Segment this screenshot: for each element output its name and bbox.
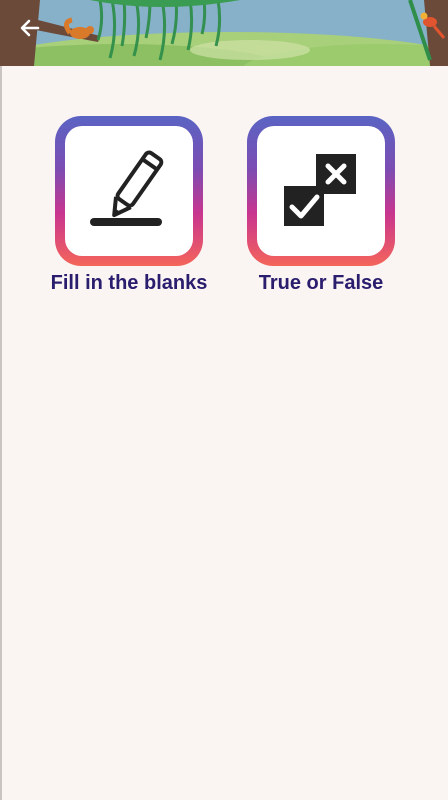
true-or-false-tile[interactable] [247, 116, 395, 266]
pencil-underline-icon [90, 150, 164, 226]
fill-in-the-blanks-tile-inner [65, 126, 193, 256]
arrow-left-icon [20, 19, 40, 37]
fill-in-the-blanks-tile[interactable] [55, 116, 203, 266]
true-or-false-label[interactable]: True or False [221, 272, 421, 295]
left-edge-divider [0, 66, 2, 800]
fill-in-the-blanks-label[interactable]: Fill in the blanks [29, 272, 229, 295]
back-button[interactable] [18, 16, 52, 48]
jungle-illustration [0, 0, 448, 66]
true-or-false-tile-inner [257, 126, 385, 256]
header-banner [0, 0, 448, 66]
check-cross-icon [284, 154, 356, 226]
